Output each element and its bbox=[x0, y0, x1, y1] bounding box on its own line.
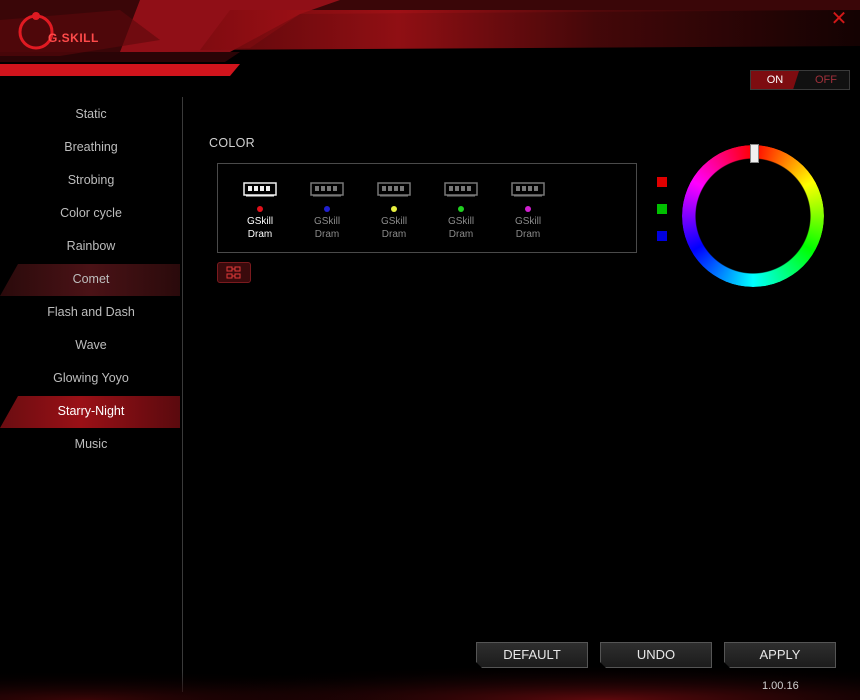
sidebar-divider bbox=[182, 97, 183, 692]
dram-name-line1: GSkill bbox=[246, 216, 274, 227]
color-wheel[interactable] bbox=[682, 145, 824, 287]
dram-name-line1: GSkill bbox=[514, 216, 542, 227]
sidebar-item-glowing-yoyo[interactable]: Glowing Yoyo bbox=[0, 362, 182, 395]
toggle-on[interactable]: ON bbox=[751, 71, 799, 89]
ram-module-icon bbox=[511, 182, 545, 197]
color-section-label: COLOR bbox=[209, 136, 255, 150]
logo-text: G.SKILL bbox=[48, 31, 99, 45]
dram-color-dot bbox=[458, 206, 464, 212]
header: G.SKILL bbox=[0, 0, 860, 90]
apply-button[interactable]: APPLY bbox=[724, 642, 836, 668]
dram-color-dot bbox=[257, 206, 263, 212]
gskill-logo bbox=[16, 6, 116, 54]
dram-device-list: GSkill Dram GSkill Dram GSkill Dram GSki… bbox=[217, 163, 637, 253]
dram-name-line2: Dram bbox=[515, 229, 541, 240]
dram-name-line1: GSkill bbox=[447, 216, 475, 227]
header-decoration bbox=[0, 0, 860, 76]
default-button[interactable]: DEFAULT bbox=[476, 642, 588, 668]
close-icon[interactable]: ✕ bbox=[828, 8, 850, 30]
version-label: 1.00.16 bbox=[762, 680, 799, 692]
sidebar-item-comet[interactable]: Comet bbox=[0, 263, 182, 296]
dram-device-1[interactable]: GSkill Dram bbox=[235, 180, 285, 241]
ram-module-icon bbox=[310, 182, 344, 197]
dram-name-line2: Dram bbox=[247, 229, 273, 240]
sidebar-item-static[interactable]: Static bbox=[0, 98, 182, 131]
dram-device-2[interactable]: GSkill Dram bbox=[302, 180, 352, 241]
link-devices-icon bbox=[226, 266, 241, 279]
dram-name-line1: GSkill bbox=[380, 216, 408, 227]
dram-color-dot bbox=[324, 206, 330, 212]
sidebar-item-music[interactable]: Music bbox=[0, 428, 182, 461]
dram-name-line1: GSkill bbox=[313, 216, 341, 227]
dram-color-dot bbox=[525, 206, 531, 212]
dram-device-5[interactable]: GSkill Dram bbox=[503, 180, 553, 241]
sidebar-item-flash-and-dash[interactable]: Flash and Dash bbox=[0, 296, 182, 329]
undo-button[interactable]: UNDO bbox=[600, 642, 712, 668]
blue-swatch[interactable] bbox=[657, 231, 667, 241]
sidebar-item-starry-night[interactable]: Starry-Night bbox=[0, 395, 182, 428]
green-swatch[interactable] bbox=[657, 204, 667, 214]
ram-module-icon bbox=[444, 182, 478, 197]
sidebar-item-breathing[interactable]: Breathing bbox=[0, 131, 182, 164]
effects-sidebar: Static Breathing Strobing Color cycle Ra… bbox=[0, 98, 182, 461]
dram-device-4[interactable]: GSkill Dram bbox=[436, 180, 486, 241]
power-toggle[interactable]: ON OFF bbox=[750, 70, 850, 90]
dram-name-line2: Dram bbox=[314, 229, 340, 240]
dram-color-dot bbox=[391, 206, 397, 212]
ram-module-icon bbox=[243, 182, 277, 197]
ram-module-icon bbox=[377, 182, 411, 197]
dram-name-line2: Dram bbox=[381, 229, 407, 240]
sidebar-item-color-cycle[interactable]: Color cycle bbox=[0, 197, 182, 230]
sidebar-item-rainbow[interactable]: Rainbow bbox=[0, 230, 182, 263]
dram-name-line2: Dram bbox=[448, 229, 474, 240]
toggle-off[interactable]: OFF bbox=[803, 71, 849, 89]
sidebar-item-wave[interactable]: Wave bbox=[0, 329, 182, 362]
color-wheel-handle[interactable] bbox=[750, 144, 759, 163]
dram-device-3[interactable]: GSkill Dram bbox=[369, 180, 419, 241]
red-swatch[interactable] bbox=[657, 177, 667, 187]
sync-link-button[interactable] bbox=[217, 262, 251, 283]
sidebar-item-strobing[interactable]: Strobing bbox=[0, 164, 182, 197]
